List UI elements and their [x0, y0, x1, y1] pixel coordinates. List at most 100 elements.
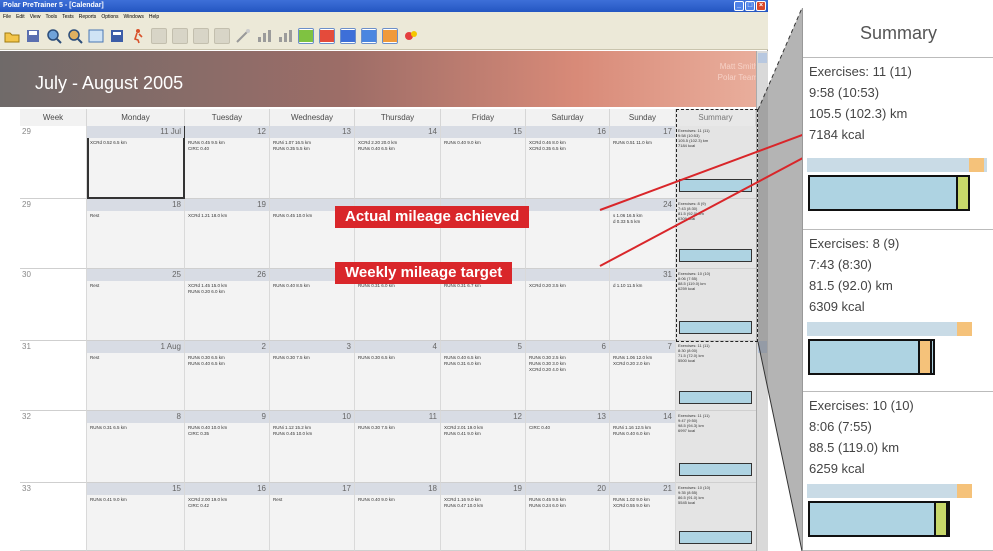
day-cell[interactable]: 9 RUNs 0.40 10.0 km CIRC 0.35: [185, 411, 270, 483]
exercise-entry[interactable]: Rest: [90, 355, 99, 361]
menu-item-view[interactable]: View: [30, 14, 41, 20]
exercise-entry[interactable]: Rest: [90, 213, 99, 219]
day-cell[interactable]: 19 XCRd 1.21 18.0 km: [185, 199, 270, 269]
search-icon[interactable]: [46, 28, 62, 44]
chart-blue-icon[interactable]: [340, 27, 356, 44]
day-cell[interactable]: 18 Rest: [87, 199, 185, 269]
day-cell[interactable]: 17 RUNs 0.51 11.0 km: [610, 126, 676, 199]
day-cell[interactable]: 13 CIRC 0.40: [526, 411, 610, 483]
exercise-entry[interactable]: XCRd 0.55 9.0 km: [613, 503, 650, 509]
exercise-entry[interactable]: d 1.10 11.5 km: [613, 283, 642, 289]
day-cell[interactable]: 5 RUNs 0.40 6.5 km RUNs 0.31 6.0 km: [441, 341, 526, 411]
menu-item-tools[interactable]: Tools: [45, 14, 57, 20]
chart-icon[interactable]: [256, 28, 272, 44]
menu-item-help[interactable]: Help: [149, 14, 159, 20]
week-summary-cell[interactable]: Exercises: 10 (10) 9:35 (8:55) 86.5 (91.0)…: [676, 483, 756, 551]
chart-red-icon[interactable]: [319, 27, 335, 44]
exercise-entry[interactable]: RUNs 0.40 8.5 km: [273, 283, 310, 289]
day-cell[interactable]: 17 Rest: [270, 483, 355, 551]
day-cell[interactable]: XCRd 0.20 3.5 km: [526, 269, 610, 341]
exercise-entry[interactable]: RUNs 0.30 7.5 km: [273, 355, 310, 361]
exercise-entry[interactable]: XCRd 0.35 6.5 km: [529, 146, 566, 152]
exercise-entry[interactable]: XCRd 1.21 18.0 km: [188, 213, 227, 219]
day-cell[interactable]: 6 RUNs 0.30 2.5 km RUNs 0.30 3.0 km XCRd 0.…: [526, 341, 610, 411]
exercise-entry[interactable]: RUNs 0.20 6.0 km: [188, 289, 227, 295]
day-cell[interactable]: 14 XCRd 2.20 20.0 km RUNs 0.40 6.5 km: [355, 126, 441, 199]
day-cell[interactable]: 21 RUNs 1.02 9.0 km XCRd 0.55 9.0 km: [610, 483, 676, 551]
exercise-entry[interactable]: d 0.33 5.5 km: [613, 219, 643, 225]
notes-icon[interactable]: [109, 28, 125, 44]
exercise-entry[interactable]: RUNs 0.40 6.5 km: [358, 146, 397, 152]
search-alt-icon[interactable]: [67, 28, 83, 44]
runner-icon[interactable]: [130, 28, 146, 44]
menu-item-windows[interactable]: Windows: [124, 14, 144, 20]
exercise-entry[interactable]: CIRC 0.35: [188, 431, 227, 437]
exercise-entry[interactable]: CIRC 0.40: [188, 146, 225, 152]
exercise-entry[interactable]: XCRd 0.20 4.0 km: [529, 367, 566, 373]
exercise-entry[interactable]: RUNs 0.31 6.0 km: [444, 361, 481, 367]
exercise-entry[interactable]: RUNs 0.35 5.5 km: [273, 146, 311, 152]
exercise-entry[interactable]: RUNs 0.30 7.5 km: [358, 425, 395, 431]
graph-dim-icon[interactable]: [214, 27, 230, 44]
menu-item-tests[interactable]: Tests: [62, 14, 74, 20]
day-cell[interactable]: 8 RUNs 0.31 6.5 km: [87, 411, 185, 483]
day-cell[interactable]: 25 Rest: [87, 269, 185, 341]
day-cell[interactable]: 26 XCRd 1.45 15.0 km RUNs 0.20 6.0 km: [185, 269, 270, 341]
save-icon[interactable]: [25, 28, 41, 44]
graph-dim-icon[interactable]: [151, 27, 167, 44]
exercise-entry[interactable]: RUNs 0.40 6.0 km: [613, 431, 651, 437]
wand-icon[interactable]: [235, 28, 251, 44]
exercise-entry[interactable]: XCRd 0.20 2.0 km: [613, 361, 652, 367]
scroll-thumb[interactable]: [758, 341, 767, 353]
day-cell[interactable]: 15 RUNs 0.41 9.0 km: [87, 483, 185, 551]
exercise-entry[interactable]: RUNs 0.40 9.0 km: [358, 497, 395, 503]
day-cell[interactable]: 2 RUNs 0.30 6.5 km RUNs 0.40 6.5 km: [185, 341, 270, 411]
exercise-entry[interactable]: RUNs 0.41 9.0 km: [444, 431, 483, 437]
open-icon[interactable]: [4, 28, 20, 44]
exercise-entry[interactable]: RUNs 0.51 11.0 km: [613, 140, 652, 146]
day-cell[interactable]: 12 RUNs 0.45 9.5 km CIRC 0.40: [185, 126, 270, 199]
exercise-entry[interactable]: RUNs 0.45 10.0 km: [273, 213, 312, 219]
maximize-button[interactable]: □: [745, 1, 755, 11]
graph-dim-icon[interactable]: [172, 27, 188, 44]
day-cell[interactable]: 24 s 1.06 16.5 km d 0.33 5.5 km: [610, 199, 676, 269]
week-summary-cell[interactable]: Exercises: 11 (11) 9:47 (9:50) 98.5 (94.3)…: [676, 411, 756, 483]
chart-orange-icon[interactable]: [382, 27, 398, 44]
exercise-entry[interactable]: RUNs 0.31 6.5 km: [90, 425, 127, 431]
week-summary-cell[interactable]: Exercises: 11 (11) 8:30 (8:00) 71.5 (72.0)…: [676, 341, 756, 411]
exercise-entry[interactable]: RUNs 0.40 9.0 km: [444, 140, 481, 146]
menu-item-options[interactable]: Options: [101, 14, 118, 20]
menu-item-file[interactable]: File: [3, 14, 11, 20]
exercise-entry[interactable]: Rest: [273, 497, 282, 503]
day-cell[interactable]: 14 RUNi 1.16 12.5 km RUNs 0.40 6.0 km: [610, 411, 676, 483]
exercise-entry[interactable]: RUNs 0.24 6.0 km: [529, 503, 566, 509]
day-cell[interactable]: 11 RUNs 0.30 7.5 km: [355, 411, 441, 483]
chart-green-icon[interactable]: [298, 27, 314, 44]
menu-item-reports[interactable]: Reports: [79, 14, 97, 20]
exercise-entry[interactable]: RUNs 0.47 10.0 km: [444, 503, 483, 509]
day-cell[interactable]: 7 RUNs 1.06 12.0 km XCRd 0.20 2.0 km: [610, 341, 676, 411]
day-cell[interactable]: [526, 199, 610, 269]
day-cell[interactable]: 3 RUNs 0.30 7.5 km: [270, 341, 355, 411]
chart-icon[interactable]: [277, 28, 293, 44]
day-cell[interactable]: 20 RUNs 0.45 9.5 km RUNs 0.24 6.0 km: [526, 483, 610, 551]
exercise-entry[interactable]: CIRC 0.42: [188, 503, 227, 509]
day-cell[interactable]: 12 XCRd 2.01 19.0 km RUNs 0.41 9.0 km: [441, 411, 526, 483]
scroll-up-button[interactable]: [758, 53, 767, 63]
exercise-entry[interactable]: CIRC 0.40: [529, 425, 550, 431]
day-cell[interactable]: 10 RUNi 1.12 15.2 km RUNs 0.45 10.0 km: [270, 411, 355, 483]
day-cell[interactable]: 16 XCRd 0.46 8.0 km XCRd 0.35 6.5 km: [526, 126, 610, 199]
day-cell[interactable]: 15 RUNs 0.40 9.0 km: [441, 126, 526, 199]
test-icon[interactable]: [403, 28, 419, 44]
exercise-entry[interactable]: Rest: [90, 283, 99, 289]
day-cell[interactable]: 19 XCRd 1.16 9.0 km RUNs 0.47 10.0 km: [441, 483, 526, 551]
exercise-entry[interactable]: XCRd 0.20 3.5 km: [529, 283, 566, 289]
calendar-icon[interactable]: [88, 28, 104, 44]
day-cell[interactable]: 16 XCRd 2.00 19.0 km CIRC 0.42: [185, 483, 270, 551]
close-button[interactable]: ×: [756, 1, 766, 11]
menu-item-edit[interactable]: Edit: [16, 14, 25, 20]
chart-blue2-icon[interactable]: [361, 27, 377, 44]
minimize-button[interactable]: _: [734, 1, 744, 11]
day-cell[interactable]: 13 RUNi 1.07 16.5 km RUNs 0.35 5.5 km: [270, 126, 355, 199]
day-cell[interactable]: 4 RUNs 0.30 6.5 km: [355, 341, 441, 411]
